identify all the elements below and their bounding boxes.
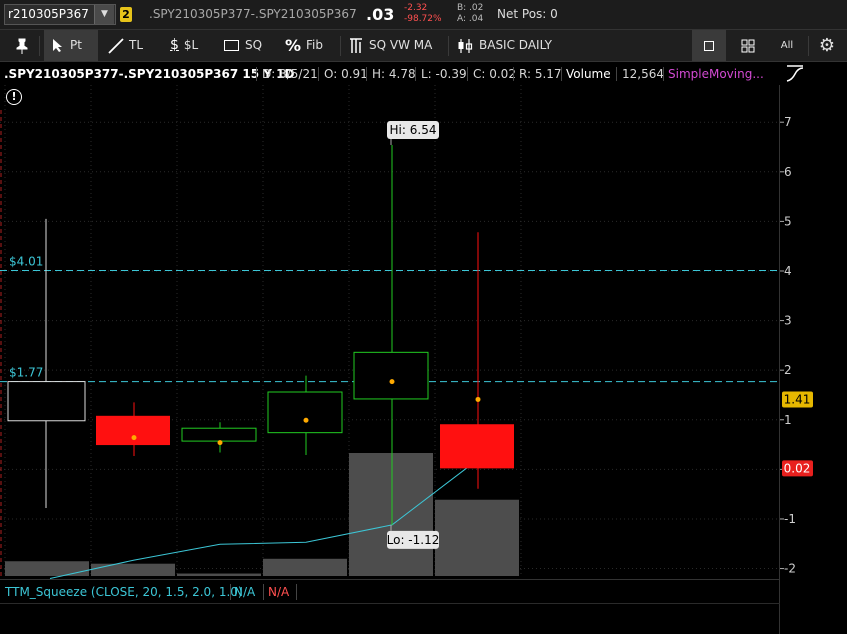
pointer-tool-button[interactable]: Pt [44,30,98,61]
symbol-dropdown-button[interactable]: ▼ [94,5,114,24]
y-axis-tick-label: -2 [784,562,796,576]
all-label: All [780,40,794,51]
studies-icon[interactable] [786,65,804,83]
price-level-label: $4.01 [9,254,43,268]
square-tool-label: SQ [245,38,263,52]
chart-info-bar: .SPY210305P377-.SPY210305P367 15 Y 1D D:… [0,63,780,85]
price-level-label: $1.77 [9,366,43,380]
volume-bar [91,563,175,576]
bid-ask: B: .02 A: .04 [457,3,483,25]
volume-bar [435,499,519,576]
y-axis-tick-label: 5 [784,214,792,228]
price-badge-label: 1.41 [784,392,811,406]
bid-value: B: .02 [457,3,484,13]
price-level-tool-label: $L [183,38,199,52]
chart-title: .SPY210305P377-.SPY210305P367 15 Y 1D [4,67,295,81]
y-axis-tick-label: -1 [784,512,796,526]
change-value: -2.32 [404,3,428,13]
close-dot [389,379,395,385]
low-callout-text: Lo: -1.12 [387,533,440,547]
pin-icon [16,38,28,54]
candle-body [7,381,86,422]
single-square-icon [704,40,714,51]
study-sma-label[interactable]: SimpleMoving... [668,63,764,85]
fibonacci-tool-label: Fib [306,38,324,52]
y-axis-tick-label: 7 [784,115,792,129]
price-chart[interactable]: $4.01$1.77Hi: 6.54Lo: -1.12-2-1012345671… [0,85,847,579]
lower-study-value-2: N/A [268,585,290,599]
lower-study-name[interactable]: TTM_Squeeze (CLOSE, 20, 1.5, 2.0, 1.0) [5,580,243,604]
settings-button[interactable]: ⚙ [812,30,842,61]
candle-body [96,415,170,446]
candle-body [353,351,429,400]
grid-layout-button[interactable] [731,30,765,61]
square-tool-button[interactable]: SQ [224,30,270,61]
volume-label: Volume [566,67,611,81]
pin-button[interactable] [10,30,34,61]
ask-value: A: .04 [457,14,484,24]
cursor-icon [53,39,62,52]
gear-icon: ⚙ [818,35,836,56]
info-range: R: 5.17 [519,67,562,81]
candle-body [267,391,343,434]
close-dot [475,396,481,402]
flask-icon [350,37,362,53]
lower-study-bar: TTM_Squeeze (CLOSE, 20, 1.5, 2.0, 1.0) N… [0,579,780,603]
candlestick-icon [458,38,473,53]
link-group-badge[interactable]: 2 [120,7,132,22]
last-price: .03 [366,5,395,24]
info-high: H: 4.78 [372,67,416,81]
lower-study-value-1: N/A [234,585,256,599]
trendline-icon [108,37,124,54]
info-low: L: -0.39 [421,67,467,81]
quote-bar: r210305P367 ▼ 2 .SPY210305P377-.SPY21030… [0,0,847,30]
pointer-tool-label: Pt [70,38,82,52]
y-axis-tick-label: 3 [784,314,792,328]
percent-icon: % [285,36,302,55]
close-dot [217,440,223,446]
axis-divider [779,85,780,634]
sq-vw-ma-label: SQ VW MA [369,38,433,52]
candle-body [181,427,257,442]
info-close: C: 0.02 [473,67,516,81]
y-axis-tick-label: 2 [784,363,792,377]
fibonacci-tool-button[interactable]: % Fib [285,30,331,61]
y-axis-tick-label: 4 [784,264,792,278]
volume-bar [5,561,89,576]
single-grid-button[interactable] [692,30,726,61]
spread-symbol: .SPY210305P377-.SPY210305P367 [149,7,357,21]
drawing-toolbar: Pt TL $ $L SQ % Fib SQ VW MA BASIC DAILY A… [0,30,847,62]
volume-value: 12,564 [622,67,664,81]
lower-study-panel [0,603,780,634]
info-date: D: 3/5/21 [262,67,318,81]
candle-body [440,424,514,469]
high-callout-text: Hi: 6.54 [390,123,437,137]
price-level-tool-button[interactable]: $ $L [170,30,214,61]
chart-style-label: BASIC DAILY [479,38,552,52]
volume-bar [349,453,433,576]
close-dot [131,435,137,441]
change-percent: -98.72% [404,14,442,24]
volume-bar [263,558,347,576]
price-badge-label: 0.02 [784,461,811,475]
square-icon [224,40,239,51]
dollar-level-icon: $ [170,37,179,53]
y-axis-tick-label: 1 [784,413,792,427]
volume-bar [177,573,261,576]
chart-style-button[interactable]: BASIC DAILY [457,30,557,61]
info-open: O: 0.91 [324,67,368,81]
net-position: Net Pos: 0 [497,7,558,21]
price-change: -2.32 -98.72% [404,3,442,25]
trendline-tool-label: TL [129,38,144,52]
sq-vw-ma-button[interactable]: SQ VW MA [349,30,441,61]
close-dot [303,417,309,423]
trendline-tool-button[interactable]: TL [108,30,152,61]
grid-icon [741,39,755,52]
y-axis-tick-label: 6 [784,165,792,179]
all-button[interactable]: All [772,30,802,61]
